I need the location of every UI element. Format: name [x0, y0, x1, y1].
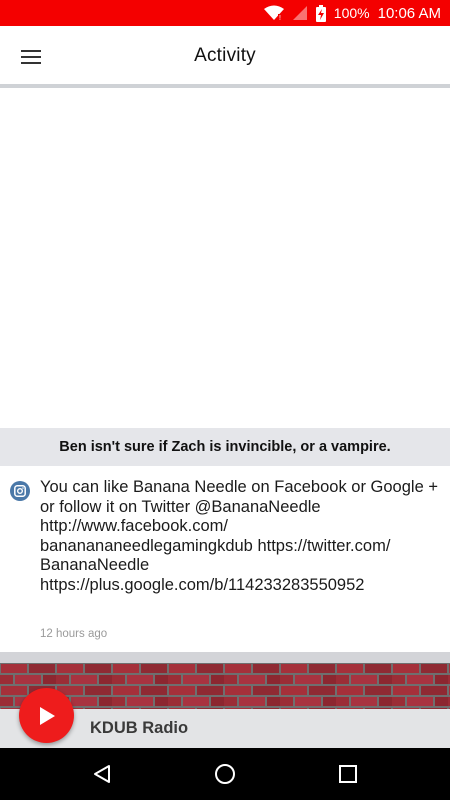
system-nav-bar — [0, 748, 450, 800]
play-icon — [39, 706, 55, 725]
status-time: 10:06 AM — [377, 4, 441, 22]
app-bar: Activity — [0, 26, 450, 88]
post-card[interactable]: You can like Banana Needle on Facebook o… — [0, 466, 450, 652]
signal-icon — [292, 6, 307, 20]
radio-player[interactable]: KDUB Radio — [0, 663, 450, 748]
status-bar: ! 100% 10:06 AM — [0, 0, 450, 26]
divider — [0, 652, 450, 663]
station-name: KDUB Radio — [90, 719, 189, 737]
wifi-icon: ! — [263, 5, 284, 21]
home-icon[interactable] — [195, 748, 255, 800]
page-title: Activity — [194, 45, 256, 66]
battery-charging-icon — [315, 4, 326, 22]
battery-level: 100% — [333, 5, 370, 21]
post-media[interactable] — [0, 92, 450, 428]
post-title: Ben isn't sure if Zach is invincible, or… — [59, 439, 391, 455]
back-icon[interactable] — [72, 748, 132, 800]
post-timestamp: 12 hours ago — [40, 628, 108, 640]
recents-icon[interactable] — [318, 748, 378, 800]
post-text: You can like Banana Needle on Facebook o… — [40, 478, 438, 594]
instagram-icon — [10, 481, 30, 501]
post-title-bar: Ben isn't sure if Zach is invincible, or… — [0, 428, 450, 466]
svg-text:!: ! — [279, 15, 281, 21]
play-button[interactable] — [19, 688, 74, 743]
